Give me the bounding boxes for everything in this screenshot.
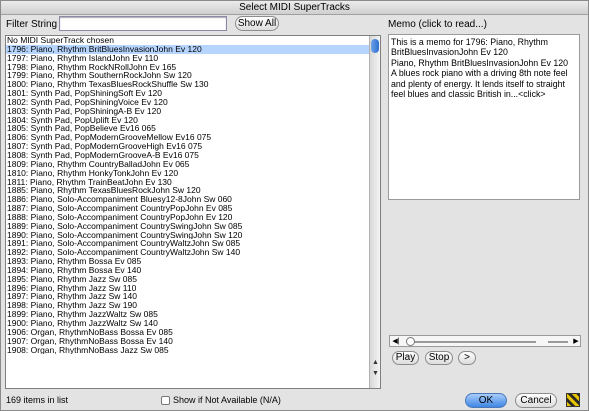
list-item[interactable]: 1888: Piano, Solo-Accompaniment CountryP… [6,213,370,222]
list-item[interactable]: 1899: Piano, Rhythm JazzWaltz Sw 085 [6,310,370,319]
list-item[interactable]: 1894: Piano, Rhythm Bossa Ev 140 [6,266,370,275]
memo-line: A blues rock piano with a driving 8th no… [391,68,568,79]
supertracks-list: No MIDI SuperTrack chosen 1796: Piano, Rh… [6,36,370,354]
list-item[interactable]: 1796: Piano, Rhythm BritBluesInvasionJoh… [6,44,370,54]
list-item[interactable]: 1890: Piano, Solo-Accompaniment CountryS… [6,231,370,240]
next-button[interactable]: > [458,351,476,365]
select-midi-supertracks-dialog: Select MIDI SuperTracks Filter String Sh… [0,0,589,411]
list-item[interactable]: 1893: Piano, Rhythm Bossa Ev 085 [6,257,370,266]
stop-button[interactable]: Stop [425,351,453,365]
list-item[interactable]: 1807: Synth Pad, PopModernGrooveHigh Ev1… [6,142,370,151]
list-item[interactable]: 1803: Synth Pad, PopShiningA-B Ev 120 [6,107,370,116]
memo-line: feel blues and classic British in...<cli… [391,89,546,100]
volume-icon[interactable]: ◀| [391,337,401,346]
playback-position-knob[interactable] [406,337,415,346]
memo-label: Memo (click to read...) [388,19,487,30]
band-in-a-box-logo-icon [566,393,580,407]
list-item[interactable]: 1808: Synth Pad, PopModernGrooveA-B Ev16… [6,151,370,160]
list-item[interactable]: No MIDI SuperTrack chosen [6,36,370,45]
list-item[interactable]: 1887: Piano, Solo-Accompaniment CountryP… [6,204,370,213]
item-count-label: 169 items in list [6,395,69,405]
list-item[interactable]: 1805: Synth Pad, PopBelieve Ev16 065 [6,124,370,133]
filter-string-input[interactable] [59,16,227,31]
list-item[interactable]: 1897: Piano, Rhythm Jazz Sw 140 [6,292,370,301]
window-title: Select MIDI SuperTracks [1,1,588,15]
memo-line: BritBluesInvasionJohn Ev 120 [391,47,508,58]
filter-string-label: Filter String [6,19,58,30]
audio-player-bar: ◀| ▶ [389,335,581,347]
list-item[interactable]: 1898: Piano, Rhythm Jazz Sw 190 [6,301,370,310]
list-item[interactable]: 1908: Organ, RhythmNoBass Jazz Sw 085 [6,346,370,355]
list-item[interactable]: 1797: Piano, Rhythm IslandJohn Ev 110 [6,54,370,63]
list-item[interactable]: 1806: Synth Pad, PopModernGrooveMellow E… [6,133,370,142]
scroll-up-arrow-icon[interactable]: ▲ [371,358,380,367]
list-item[interactable]: 1892: Piano, Solo-Accompaniment CountryW… [6,248,370,257]
list-item[interactable]: 1811: Piano, Rhythm TrainBeatJohn Ev 130 [6,178,370,187]
list-item[interactable]: 1900: Piano, Rhythm JazzWaltz Sw 140 [6,319,370,328]
cancel-button[interactable]: Cancel [515,393,557,408]
supertracks-listbox[interactable]: No MIDI SuperTrack chosen 1796: Piano, Rh… [5,35,381,389]
list-item[interactable]: 1885: Piano, Rhythm TexasBluesRockJohn S… [6,186,370,195]
show-not-available-option[interactable]: Show if Not Available (N/A) [161,395,281,405]
scroll-down-arrow-icon[interactable]: ▼ [371,369,380,378]
list-item[interactable]: 1891: Piano, Solo-Accompaniment CountryW… [6,239,370,248]
list-item[interactable]: 1810: Piano, Rhythm HonkyTonkJohn Ev 120 [6,169,370,178]
scrollbar-thumb[interactable] [371,39,379,53]
list-item[interactable]: 1798: Piano, Rhythm RockNRollJohn Ev 165 [6,63,370,72]
list-item[interactable]: 1802: Synth Pad, PopShiningVoice Ev 120 [6,98,370,107]
list-item[interactable]: 1801: Synth Pad, PopShiningSoft Ev 120 [6,89,370,98]
ok-button[interactable]: OK [465,393,507,408]
memo-line: This is a memo for 1796: Piano, Rhythm [391,37,548,47]
list-item[interactable]: 1886: Piano, Solo-Accompaniment Bluesy12… [6,195,370,204]
play-button[interactable]: Play [392,351,419,365]
list-item[interactable]: 1800: Piano, Rhythm TexasBluesRockShuffl… [6,80,370,89]
list-scrollbar[interactable]: ▲ ▼ [369,36,380,388]
volume-slider[interactable] [548,341,568,343]
list-item[interactable]: 1906: Organ, RhythmNoBass Bossa Ev 085 [6,328,370,337]
show-not-available-checkbox[interactable] [161,395,170,405]
memo-line: Piano, Rhythm BritBluesInvasionJohn Ev 1… [391,57,569,68]
show-all-button[interactable]: Show All [235,16,279,31]
list-item[interactable]: 1804: Synth Pad, PopUplift Ev 120 [6,116,370,125]
list-item[interactable]: 1809: Piano, Rhythm CountryBalladJohn Ev… [6,160,370,169]
volume-up-icon[interactable]: ▶ [571,337,581,346]
show-not-available-label: Show if Not Available (N/A) [173,395,281,405]
list-item[interactable]: 1799: Piano, Rhythm SouthernRockJohn Sw … [6,71,370,80]
list-item[interactable]: 1896: Piano, Rhythm Jazz Sw 110 [6,284,370,293]
memo-line: and plenty of energy. It lends itself to… [391,78,565,89]
memo-text-box[interactable]: This is a memo for 1796: Piano, Rhythm Br… [388,34,580,200]
list-item[interactable]: 1895: Piano, Rhythm Jazz Sw 085 [6,275,370,284]
list-item[interactable]: 1907: Organ, RhythmNoBass Bossa Ev 140 [6,337,370,346]
list-item[interactable]: 1889: Piano, Solo-Accompaniment CountryS… [6,222,370,231]
playback-track[interactable] [412,341,536,343]
